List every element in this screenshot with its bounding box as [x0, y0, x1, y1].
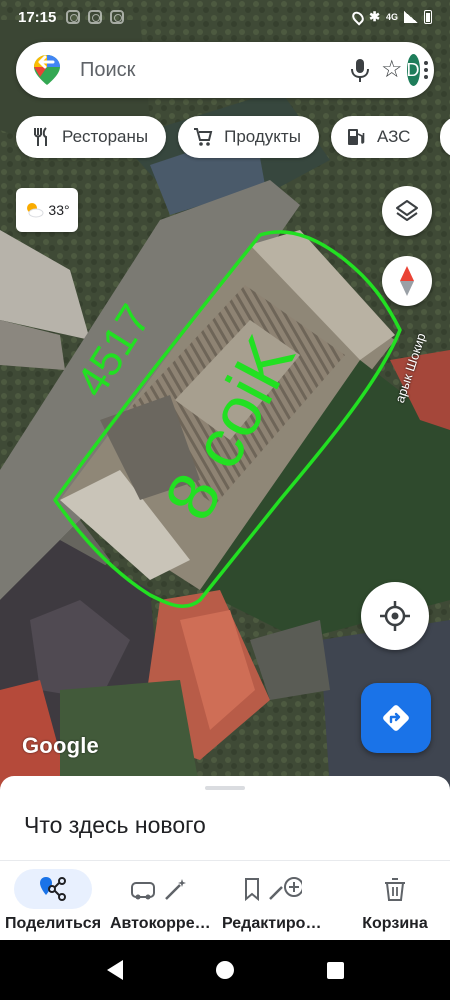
- directions-button[interactable]: [361, 683, 431, 753]
- back-icon[interactable]: [106, 960, 123, 980]
- bottom-sheet[interactable]: Что здесь нового: [0, 776, 450, 866]
- instagram-notification-icon: [110, 10, 125, 24]
- action-bar: Поделиться Автокорре… Редактиро… Корзина: [0, 860, 450, 940]
- action-label: Редактиро…: [222, 915, 322, 932]
- weather-widget[interactable]: 33°: [16, 188, 78, 232]
- auto-correct-icon: [121, 869, 199, 909]
- category-chips: Рестораны Продукты АЗС: [16, 116, 450, 158]
- signal-icon: [404, 11, 418, 23]
- action-label: Автокорре…: [110, 915, 211, 932]
- chip-label: Продукты: [224, 127, 301, 146]
- cart-icon: [192, 126, 214, 148]
- home-icon[interactable]: [215, 961, 234, 979]
- chip-label: Рестораны: [62, 127, 149, 146]
- avatar[interactable]: D: [406, 54, 420, 86]
- location-icon: [349, 8, 367, 26]
- trash-action[interactable]: Корзина: [356, 869, 434, 939]
- partly-sunny-icon: [24, 200, 44, 220]
- temperature: 33°: [48, 202, 70, 218]
- recents-icon[interactable]: [326, 961, 344, 979]
- status-icons: ✱ 4G: [349, 8, 432, 26]
- instagram-notification-icon: [88, 10, 103, 24]
- more-options-icon[interactable]: [423, 61, 428, 79]
- share-icon: [14, 869, 93, 909]
- network-type-label: 4G: [385, 12, 398, 22]
- sheet-drag-handle[interactable]: [205, 786, 245, 790]
- compass-icon: [400, 266, 414, 296]
- chip-groceries[interactable]: Продукты: [178, 116, 319, 158]
- my-location-button[interactable]: [361, 582, 429, 650]
- status-bar: 17:15 ✱ 4G: [0, 0, 450, 34]
- sheet-title: Что здесь нового: [24, 812, 206, 838]
- microphone-icon[interactable]: [345, 55, 375, 85]
- status-time: 17:15: [18, 8, 57, 26]
- search-input[interactable]: [80, 58, 345, 82]
- share-action[interactable]: Поделиться: [5, 869, 101, 939]
- directions-icon: [383, 705, 409, 731]
- instagram-notification-icon: [66, 10, 81, 24]
- crosshair-icon: [380, 601, 410, 631]
- gas-station-icon: [345, 126, 367, 148]
- layers-button[interactable]: [382, 186, 432, 236]
- trash-icon: [356, 869, 434, 909]
- chip-label: АЗС: [376, 127, 411, 146]
- edit-icon: [233, 869, 311, 909]
- bluetooth-icon: ✱: [369, 9, 380, 24]
- action-label: Поделиться: [5, 915, 102, 932]
- auto-correct-action[interactable]: Автокорре…: [110, 869, 211, 939]
- compass-button[interactable]: [382, 256, 432, 306]
- system-navigation-bar: [0, 940, 450, 1000]
- chip-restaurants[interactable]: Рестораны: [16, 116, 167, 158]
- action-label: Корзина: [362, 915, 428, 932]
- search-bar[interactable]: ☆ D: [16, 42, 434, 98]
- chip-gas-stations[interactable]: АЗС: [330, 116, 429, 158]
- restaurant-icon: [30, 126, 52, 148]
- battery-icon: [424, 10, 432, 24]
- edit-action[interactable]: Редактиро…: [222, 869, 321, 939]
- star-icon[interactable]: ☆: [381, 58, 403, 82]
- google-attribution: Google: [22, 733, 99, 758]
- chip-more[interactable]: [440, 116, 450, 158]
- layers-icon: [396, 200, 418, 221]
- maps-back-logo-icon[interactable]: [30, 53, 64, 87]
